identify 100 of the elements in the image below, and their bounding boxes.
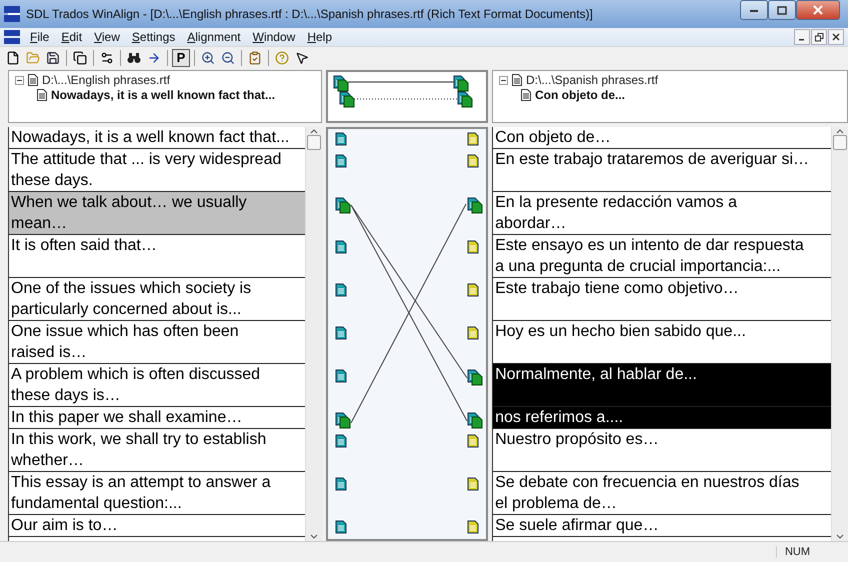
segment-icon[interactable] [336,284,347,296]
target-segment[interactable]: En este trabajo trataremos de averiguar si… [493,149,831,192]
segment-icon[interactable] [336,434,347,448]
segment-text[interactable]: Nowadays, it is a well known fact that... [51,88,276,102]
binoculars-icon [127,52,141,64]
linked-segment-icon[interactable] [468,198,483,214]
segment-icon[interactable] [468,284,479,296]
menu-item[interactable]: Window [246,30,302,44]
collapse-icon[interactable] [15,76,24,84]
target-segment[interactable]: Se debate con frecuencia en nuestros días el problema de… [493,472,831,515]
file-name[interactable]: D:\...\Spanish phrases.rtf [526,73,658,87]
maximize-icon [777,6,787,14]
close-button[interactable] [828,29,844,45]
segment-icon [521,89,531,101]
segment-icon[interactable] [336,478,347,490]
open-folder-icon [26,50,40,64]
target-segment[interactable]: Este trabajo tiene como objetivo… [493,278,831,321]
linked-segment-icon[interactable] [468,412,483,428]
target-segment[interactable]: Nuestro propósito es… [493,429,831,472]
restore-icon [814,32,824,42]
num-lock-indicator: NUM [776,546,830,558]
segment-icon[interactable] [468,240,479,254]
linked-segment-icon[interactable] [336,198,351,214]
restore-button[interactable] [811,29,827,45]
help-icon [275,50,289,64]
linked-segment-icon[interactable] [340,92,354,108]
file-icon [512,74,522,86]
source-segment[interactable]: It is often said that… [9,235,306,278]
menu-item[interactable]: Alignment [181,30,247,44]
link-line[interactable] [350,204,468,378]
menu-item[interactable]: Help [301,30,338,44]
minimize-button[interactable] [740,0,768,20]
documents-icon [73,50,87,64]
menu-item[interactable]: File [24,30,56,44]
scroll-up-icon [310,127,318,135]
segment-icon[interactable] [336,240,347,254]
source-segment[interactable]: When we talk about… we usually mean… [9,192,306,235]
zoom-in-icon [201,50,215,64]
linked-segment-icon[interactable] [336,412,351,428]
close-button[interactable] [796,0,840,20]
scroll-down-icon [310,533,318,541]
paragraph-toggle[interactable]: P [172,48,190,66]
menu-item[interactable]: Edit [55,30,88,44]
segment-text[interactable]: Con objeto de... [535,88,625,102]
target-segment[interactable]: En la presente redacción vamos a abordar… [493,192,831,235]
file-icon [28,74,38,86]
menu-item[interactable]: View [88,30,126,44]
segment-icon[interactable] [336,154,347,168]
file-name[interactable]: D:\...\English phrases.rtf [42,73,170,87]
zoom-out-icon [221,50,235,64]
source-segment[interactable]: One issue which has often been raised is… [9,321,306,364]
minimize-icon [749,7,759,13]
segment-icon[interactable] [468,154,479,168]
scrollbar[interactable] [831,127,848,541]
segment-icon[interactable] [468,434,479,448]
scroll-down-icon [836,533,844,541]
target-segment[interactable]: nos referimos a.... [493,407,831,429]
source-segment[interactable]: The attitude that ... is very widespread these days. [9,149,306,192]
source-segment[interactable]: One of the issues which society is particularly concerned about is... [9,278,306,321]
save-icon [46,50,60,64]
target-segment[interactable]: Este ensayo es un intento de dar respuesta a una pregunta de crucial importancia:... [493,235,831,278]
linked-segment-icon[interactable] [468,370,483,386]
close-icon [813,5,823,15]
properties-icon [100,50,114,64]
segment-icon[interactable] [336,520,347,534]
maximize-button[interactable] [768,0,796,20]
source-segment[interactable]: This essay is an attempt to answer a fundamental question:... [9,472,306,515]
arrow-right-icon [147,50,161,64]
target-segment[interactable]: Hoy es un hecho bien sabido que... [493,321,831,364]
toolbar-button[interactable] [71,48,89,66]
segment-icon[interactable] [468,520,479,534]
source-segment[interactable]: In this work, we shall try to establish whether… [9,429,306,472]
menu-item[interactable]: Settings [126,30,182,44]
target-segment[interactable]: Con objeto de… [493,127,831,149]
segment-icon[interactable] [468,478,479,490]
source-segment[interactable]: In this paper we shall examine… [9,407,306,429]
close-icon [832,33,840,41]
minimize-button[interactable] [794,29,810,45]
document-icon[interactable] [4,30,20,44]
scroll-thumb[interactable] [307,135,322,150]
segment-icon[interactable] [336,132,347,146]
linked-segment-icon[interactable] [334,76,348,92]
source-segment[interactable]: Our aim is to… [9,515,306,537]
target-segment[interactable]: Normalmente, al hablar de... [493,364,831,407]
linked-segment-icon[interactable] [454,76,468,92]
new-document-icon [6,50,20,64]
segment-icon[interactable] [468,326,479,340]
segment-icon[interactable] [468,132,479,146]
target-segment[interactable]: Se suele afirmar que… [493,515,831,537]
context-help-icon [295,50,309,64]
collapse-icon[interactable] [499,76,508,84]
segment-icon [37,89,47,101]
scroll-thumb[interactable] [833,135,847,150]
segment-icon[interactable] [336,370,347,382]
source-segment[interactable]: Nowadays, it is a well known fact that... [9,127,306,149]
segment-icon[interactable] [336,326,347,340]
linked-segment-icon[interactable] [458,92,472,108]
window-title: SDL Trados WinAlign - [D:\...\English phrases.rtf : D:\...\Spanish phrases.rtf (Rich Text Format Documents)] [26,7,594,21]
source-segment[interactable]: A problem which is often discussed these days is… [9,364,306,407]
scroll-up-icon [836,127,844,135]
